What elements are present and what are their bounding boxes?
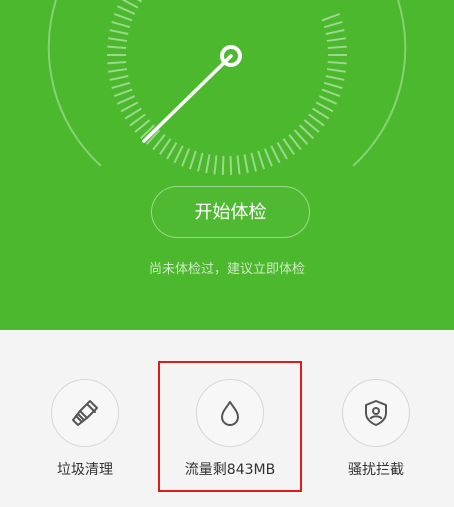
checkup-hint: 尚未体检过，建议立即体检 (148, 262, 305, 277)
gauge-tick (129, 113, 146, 127)
gauge-tick (134, 119, 151, 133)
gauge-outer-arc-right (352, 0, 407, 167)
gauge-tick (308, 113, 325, 127)
gauge-tick (236, 155, 241, 175)
tool-junk-clean[interactable]: 垃圾清理 (25, 379, 145, 479)
gauge-tick (263, 148, 273, 167)
gauge-tick (250, 152, 258, 172)
gauge-ticks (107, 0, 347, 175)
gauge-tick (315, 101, 334, 113)
shield-user-icon (365, 400, 387, 426)
gauge-tick (116, 5, 136, 15)
gauge-tick (325, 75, 345, 81)
gauge-tick (166, 141, 178, 160)
gauge-tick (318, 95, 338, 105)
gauge-tick (270, 145, 281, 164)
gauge-tick (293, 129, 309, 145)
gauge-tick (321, 88, 341, 97)
gauge-tick (113, 88, 133, 97)
gauge-tick (243, 154, 249, 174)
speed-gauge (47, 0, 407, 175)
gauge-tick (107, 45, 127, 49)
gauge-tick (323, 81, 343, 90)
gauge-tick (181, 148, 191, 167)
gauge-tick (108, 37, 128, 42)
gauge-tick (152, 133, 166, 151)
gauge-tick (327, 61, 347, 65)
gauge-outer-arc (47, 0, 102, 167)
gauge-tick (326, 37, 346, 42)
gauge-tick (108, 68, 128, 73)
harassment-block-circle (342, 379, 410, 447)
gauge-tick (282, 138, 295, 156)
gauge-tick (303, 119, 320, 133)
gauge-tick (325, 29, 345, 35)
harassment-block-label: 骚扰拦截 (348, 462, 404, 478)
gauge-tick (111, 81, 131, 90)
junk-clean-circle (51, 379, 119, 447)
junk-clean-label: 垃圾清理 (57, 462, 113, 478)
gauge-tick (327, 45, 347, 49)
gauge-tick (221, 155, 225, 175)
gauge-tick (107, 61, 127, 65)
tool-harassment-block[interactable]: 骚扰拦截 (316, 379, 436, 479)
selection-highlight-box (158, 361, 302, 492)
gauge-tick (116, 95, 136, 105)
gauge-needle (142, 54, 233, 143)
gauge-tick (312, 107, 330, 120)
gauge-tick (159, 138, 172, 156)
gauge-tick (298, 124, 315, 140)
gauge-tick (288, 133, 302, 151)
gauge-tick (111, 20, 131, 29)
gauge-tick (109, 75, 129, 81)
gauge-tick (121, 0, 139, 9)
broom-icon (72, 400, 98, 426)
gauge-tick (276, 141, 288, 160)
gauge-tick (120, 101, 139, 113)
gauge-tick (321, 13, 341, 22)
gauge-tick (205, 154, 211, 174)
gauge-tick (109, 29, 129, 35)
start-checkup-button[interactable]: 开始体检 (151, 186, 310, 238)
gauge-tick (213, 155, 218, 175)
gauge-tick (323, 20, 343, 29)
gauge-tick (188, 150, 197, 170)
gauge-tick (124, 107, 142, 120)
gauge-tick (173, 145, 184, 164)
header-panel: 开始体检 尚未体检过，建议立即体检 (0, 0, 454, 330)
gauge-tick (196, 152, 204, 172)
gauge-tick (326, 68, 346, 73)
gauge-tick (229, 155, 233, 175)
gauge-tick (113, 13, 133, 22)
gauge-tick (257, 150, 266, 170)
